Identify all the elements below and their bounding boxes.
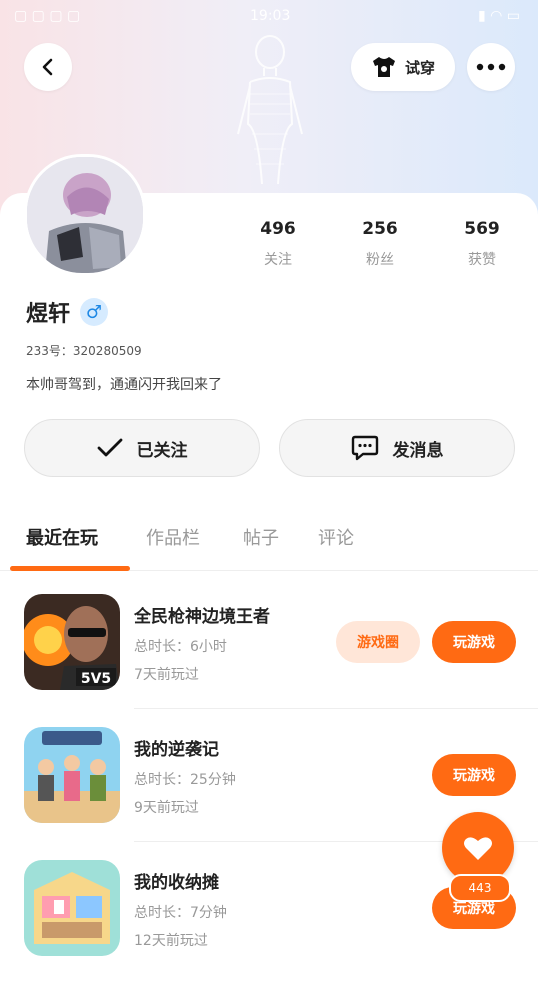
stat-likes[interactable]: 569 获赞 (442, 219, 522, 269)
more-icon (476, 63, 506, 71)
game-circle-button[interactable]: 游戏圈 (336, 621, 420, 663)
status-icons: ▮ ◠ ▭ (477, 8, 520, 24)
followed-button[interactable]: 已关注 (24, 419, 260, 477)
check-icon (97, 438, 122, 457)
avatar-image (27, 157, 143, 273)
send-message-button[interactable]: 发消息 (279, 419, 515, 477)
more-button[interactable] (467, 43, 515, 91)
heart-icon (464, 837, 492, 860)
list-divider (134, 708, 538, 709)
game-duration: 总时长：25分钟 (134, 772, 236, 788)
stat-followers-label: 粉丝 (366, 252, 394, 268)
profile-name: 煜轩 (26, 302, 71, 327)
game-icon-image (24, 860, 120, 956)
game-title: 我的逆袭记 (134, 740, 219, 760)
game-duration: 总时长：7分钟 (134, 905, 227, 921)
status-carrier: ▢ ▢ ▢ ▢ (14, 8, 81, 24)
content-tabs: 最近在玩 作品栏 帖子 评论 (0, 510, 538, 571)
game-icon-image: 5V5 (24, 594, 120, 690)
try-on-label: 试穿 (404, 58, 435, 77)
game-title: 全民枪神边境王者 (134, 607, 270, 627)
stat-following[interactable]: 496 关注 (238, 219, 318, 269)
game-list-item[interactable]: 5V5 全民枪神边境王者 总时长：6小时 7天前玩过 游戏圈 玩游戏 (0, 594, 538, 726)
stat-likes-value: 569 (464, 219, 500, 239)
play-game-button[interactable]: 玩游戏 (432, 621, 516, 663)
shirt-icon (372, 57, 395, 77)
game-title: 我的收纳摊 (134, 873, 219, 893)
try-on-button[interactable]: 试穿 (351, 43, 455, 91)
stat-following-value: 496 (260, 219, 296, 239)
back-button[interactable] (24, 43, 72, 91)
tab-works[interactable]: 作品栏 (146, 524, 200, 550)
stat-followers[interactable]: 256 粉丝 (340, 219, 420, 269)
game-last-played: 7天前玩过 (134, 667, 199, 683)
game-last-played: 9天前玩过 (134, 800, 199, 816)
game-duration: 总时长：6小时 (134, 639, 227, 655)
send-message-label: 发消息 (392, 440, 444, 461)
chat-bubble-icon (351, 435, 378, 461)
chevron-left-icon (42, 58, 53, 76)
avatar-figure-illustration (237, 35, 303, 185)
tab-active-indicator (10, 566, 130, 571)
status-bar: ▢ ▢ ▢ ▢ 19:03 ▮ ◠ ▭ (0, 0, 538, 32)
stat-followers-value: 256 (362, 219, 398, 239)
stat-likes-label: 获赞 (468, 252, 496, 268)
tab-comments[interactable]: 评论 (318, 524, 354, 550)
svg-text:5V5: 5V5 (81, 671, 111, 687)
status-time: 19:03 (250, 8, 291, 24)
tab-posts[interactable]: 帖子 (243, 524, 279, 550)
stat-following-label: 关注 (264, 252, 292, 268)
game-icon-image (24, 727, 120, 823)
tab-recent-play[interactable]: 最近在玩 (26, 524, 98, 550)
male-icon: ♂ (80, 298, 108, 326)
avatar[interactable] (24, 154, 146, 276)
game-last-played: 12天前玩过 (134, 933, 208, 949)
play-game-button[interactable]: 玩游戏 (432, 754, 516, 796)
followed-label: 已关注 (136, 440, 188, 461)
profile-bio: 本帅哥驾到，通通闪开我回来了 (26, 377, 222, 393)
profile-uid: 233号：320280509 (26, 344, 142, 358)
like-count-badge: 443 (449, 874, 511, 902)
